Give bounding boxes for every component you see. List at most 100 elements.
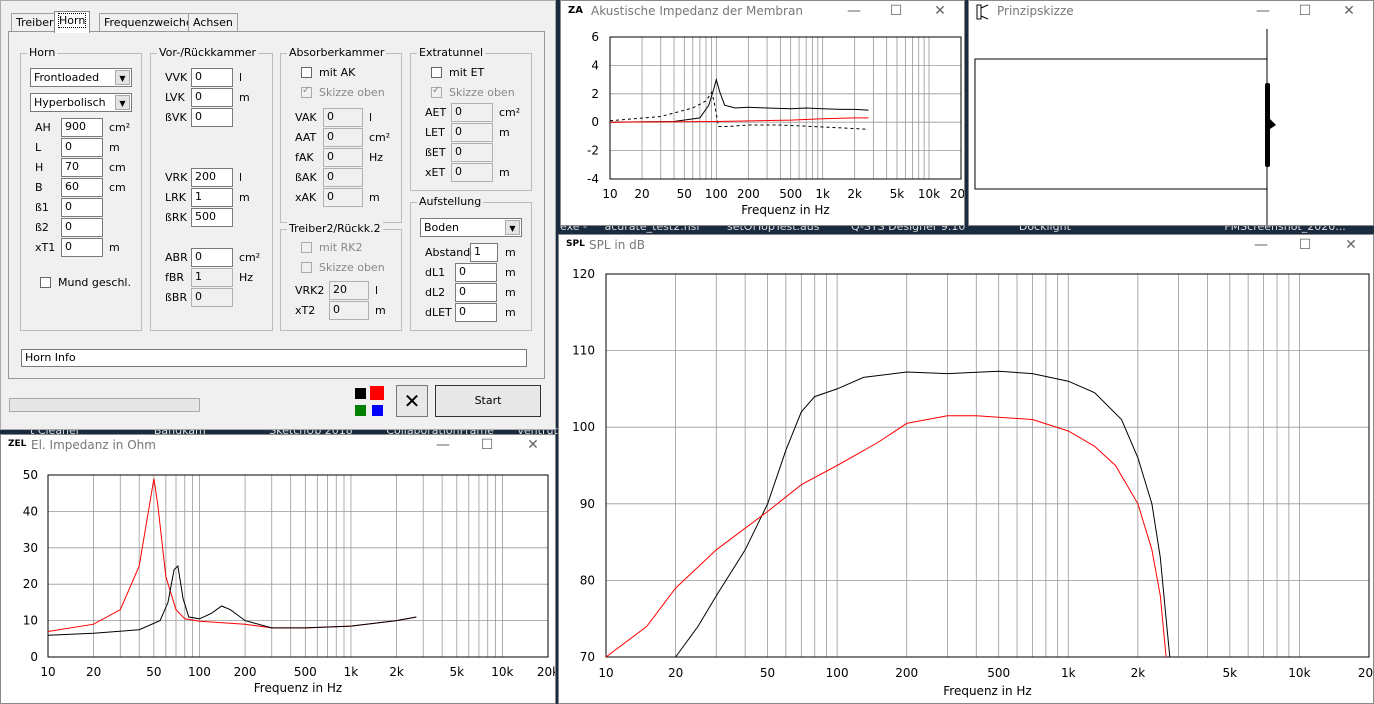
field-input[interactable]: 0 [451, 103, 493, 122]
field-label: fBR [165, 271, 185, 284]
field-input[interactable]: 0 [455, 263, 497, 282]
x-tick-label: 2k [389, 665, 404, 679]
field-input[interactable]: 0 [323, 168, 363, 187]
close-icon[interactable]: ✕ [1329, 1, 1369, 23]
tab-treiber[interactable]: Treiber [11, 13, 59, 32]
field-input[interactable]: 0 [191, 108, 233, 127]
field-value: 1 [195, 270, 202, 283]
field-input[interactable]: 0 [191, 88, 233, 107]
field-input[interactable]: 0 [451, 123, 493, 142]
field-input[interactable]: 0 [191, 248, 233, 267]
mit-et-checkbox[interactable] [431, 67, 442, 78]
skizze-oben-rk2-checkbox[interactable] [301, 262, 312, 273]
field-input[interactable]: 1 [470, 243, 498, 262]
field-value: Horn Info [25, 351, 76, 364]
minimize-icon[interactable]: — [1243, 1, 1283, 23]
window-title: Prinzipskizze [997, 4, 1074, 18]
maximize-icon[interactable]: ☐ [876, 1, 916, 23]
close-icon[interactable]: ✕ [920, 1, 960, 23]
color-swatch-black[interactable] [355, 388, 366, 399]
color-swatch-blue[interactable] [372, 405, 383, 416]
aufstellung-select[interactable]: Boden ▼ [420, 218, 522, 237]
mit-rk2-checkbox[interactable] [301, 242, 312, 253]
field-input[interactable]: 900 [61, 118, 103, 137]
y-tick-label: 2 [591, 87, 599, 101]
horn-enclosure-rect [974, 58, 1268, 190]
start-button[interactable]: Start [435, 385, 541, 417]
field-input[interactable]: 500 [191, 208, 233, 227]
x-tick-label: 20k [950, 187, 964, 201]
field-label: ßAK [295, 171, 317, 184]
aufstellung-group: Aufstellung Boden ▼ Abstand 1 m dL1 0 m dL2 0 m dL… [410, 195, 532, 331]
field-input[interactable]: 0 [329, 301, 369, 320]
field-unit: m [239, 191, 250, 204]
x-tick-label: 500 [987, 666, 1010, 680]
field-input[interactable]: 0 [455, 283, 497, 302]
x-tick-label: 500 [294, 665, 317, 679]
y-tick-label: -2 [587, 144, 599, 158]
horn-sketch-canvas [974, 29, 1276, 225]
color-swatch-green[interactable] [355, 405, 366, 416]
field-input[interactable]: 0 [61, 138, 103, 157]
x-tick-label: 1k [815, 187, 830, 201]
maximize-icon[interactable]: ☐ [467, 435, 507, 457]
mit-ak-checkbox[interactable] [301, 67, 312, 78]
field-input[interactable]: 0 [455, 303, 497, 322]
field-label: ßRK [165, 211, 187, 224]
field-input[interactable]: 0 [191, 288, 233, 307]
y-tick-label: 90 [580, 497, 595, 511]
field-input[interactable]: 0 [323, 108, 363, 127]
field-input[interactable]: 0 [451, 143, 493, 162]
field-input[interactable]: 0 [61, 238, 103, 257]
field-value: 1 [195, 190, 202, 203]
field-input[interactable]: 0 [451, 163, 493, 182]
tab-label: Frequenzweiche [104, 16, 193, 29]
field-label: xAK [295, 191, 317, 204]
horn-info-field[interactable]: Horn Info [21, 349, 527, 367]
mouth-closed-checkbox[interactable] [40, 277, 51, 288]
field-input[interactable]: 0 [323, 148, 363, 167]
field-input[interactable]: 0 [61, 198, 103, 217]
field-unit: m [505, 286, 516, 299]
field-value: 0 [327, 170, 334, 183]
maximize-icon[interactable]: ☐ [1285, 235, 1325, 257]
field-input[interactable]: 70 [61, 158, 103, 177]
window-icon: SPL [566, 239, 585, 249]
horn-type-select[interactable]: Frontloaded ▼ [30, 68, 132, 87]
close-icon[interactable]: ✕ [513, 435, 553, 457]
field-input[interactable]: 0 [191, 68, 233, 87]
skizze-oben-checkbox[interactable] [301, 85, 312, 98]
field-unit: l [375, 284, 379, 297]
field-input[interactable]: 1 [191, 188, 233, 207]
close-icon[interactable]: ✕ [1331, 235, 1371, 257]
tab-horn[interactable]: Horn [54, 11, 91, 33]
minimize-icon[interactable]: — [1241, 235, 1281, 257]
field-input[interactable]: 0 [61, 218, 103, 237]
field-input[interactable]: 1 [191, 268, 233, 287]
field-input[interactable]: 200 [191, 168, 233, 187]
minimize-icon[interactable]: — [834, 1, 874, 23]
group-title: Vor-/Rückkammer [157, 46, 259, 59]
field-label: ßVK [165, 111, 187, 124]
tab-frequenzweiche[interactable]: Frequenzweiche [99, 13, 198, 32]
field-input[interactable]: 0 [323, 188, 363, 207]
field-input[interactable]: 0 [323, 128, 363, 147]
horn-shape-select[interactable]: Hyperbolisch ▼ [30, 93, 132, 112]
color-swatch-red[interactable] [370, 386, 384, 400]
group-title: Horn [27, 46, 58, 59]
tab-achsen[interactable]: Achsen [188, 13, 238, 32]
zel-chart: 1020501002005001k2k5k10k20k01020304050Fr… [23, 468, 555, 695]
maximize-icon[interactable]: ☐ [1285, 1, 1325, 23]
checkbox-label: mit RK2 [319, 241, 363, 254]
field-unit: m [499, 126, 510, 139]
x-tick-label: 500 [779, 187, 802, 201]
minimize-icon[interactable]: — [423, 435, 463, 457]
y-tick-label: 0 [591, 115, 599, 129]
checkbox-label: Skizze oben [319, 86, 385, 99]
spl-chart: 10 20 50 100 200 500 1k 2k 5k 10k 20k 70 80 90 100 110 1… [572, 267, 1373, 698]
checkbox-label: Skizze oben [449, 86, 515, 99]
field-input[interactable]: 20 [329, 281, 369, 300]
clear-button[interactable]: ✕ [396, 385, 428, 417]
skizze-oben-et-checkbox[interactable] [431, 85, 442, 98]
field-input[interactable]: 60 [61, 178, 103, 197]
